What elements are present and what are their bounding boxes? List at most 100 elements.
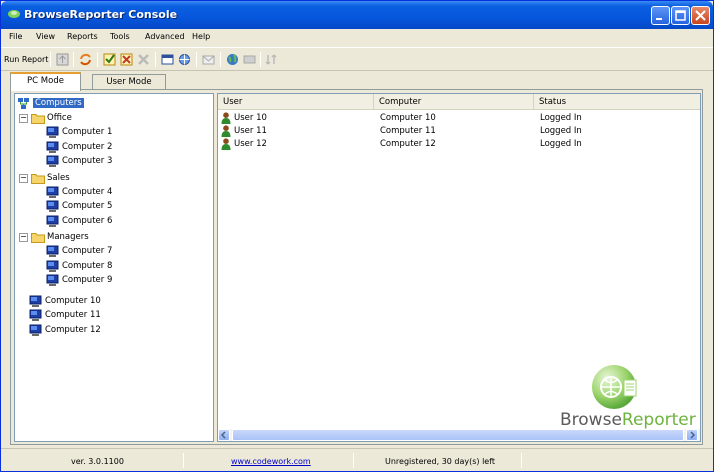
collapse-toggle[interactable]: − — [19, 233, 28, 242]
status-separator — [183, 453, 184, 468]
computer-tree[interactable]: Computers − Office Computer 1 Computer 2 Comp… — [14, 93, 214, 442]
refresh-icon[interactable] — [79, 53, 92, 66]
screen-icon[interactable] — [243, 53, 256, 66]
tree-item-label: Computer 2 — [62, 141, 113, 152]
computer-icon — [46, 141, 59, 153]
run-report-button[interactable]: Run Report — [4, 55, 48, 64]
collapse-toggle[interactable]: − — [19, 173, 28, 183]
minimize-icon — [656, 18, 662, 20]
cell-computer: Computer 11 — [380, 126, 436, 136]
tree-item-label: Computer 8 — [62, 260, 113, 271]
minimize-button[interactable] — [651, 6, 670, 25]
tree-item-label: Sales — [47, 172, 70, 183]
toolbar-separator — [97, 52, 98, 67]
computer-icon — [46, 260, 59, 272]
check-icon[interactable] — [103, 53, 116, 66]
sessions-list: User Computer Status User 10 Computer 10 L… — [217, 93, 701, 442]
uncheck-icon[interactable] — [120, 53, 133, 66]
user-icon — [221, 112, 231, 124]
computer-icon — [29, 295, 42, 307]
computer-icon — [46, 215, 59, 227]
version-text: ver. 3.0.1100 — [71, 457, 124, 466]
folder-icon — [31, 173, 45, 184]
scroll-thumb[interactable] — [232, 429, 684, 441]
tree-item-label: Computer 3 — [62, 156, 113, 166]
website-link[interactable]: www.codework.com — [231, 457, 311, 466]
license-status: Unregistered, 30 day(s) left — [385, 457, 496, 466]
tree-item-label: Computer 7 — [62, 246, 113, 256]
close-button[interactable] — [691, 6, 710, 25]
window-title: BrowseReporter Console — [24, 8, 178, 21]
cell-computer: Computer 10 — [380, 113, 436, 123]
menu-view[interactable]: View — [36, 32, 55, 41]
toolbar: Run Report — [1, 47, 713, 71]
computer-icon — [46, 274, 59, 286]
tree-item-label: Computer 12 — [45, 324, 101, 335]
app-window: BrowseReporter Console File View Reports… — [0, 0, 714, 472]
column-computer[interactable]: Computer — [374, 94, 534, 109]
mode-tabs: PC Mode User Mode — [1, 72, 713, 91]
tree-item-label: Computer 10 — [45, 295, 101, 306]
tree-item-label: Computer 6 — [62, 215, 113, 226]
cell-status: Logged In — [540, 139, 582, 149]
computer-icon — [46, 126, 59, 138]
toolbar-separator — [155, 52, 156, 67]
logo-word-reporter: Reporter — [621, 410, 696, 430]
toolbar-separator — [73, 52, 74, 67]
cell-computer: Computer 12 — [380, 139, 436, 149]
scroll-left-button[interactable] — [218, 429, 230, 441]
list-header: User Computer Status — [218, 94, 700, 110]
browsereporter-logo-text: BrowseReporter — [560, 410, 696, 430]
close-icon — [695, 10, 706, 21]
tree-item-label: Office — [47, 113, 72, 123]
cell-status: Logged In — [540, 113, 582, 123]
scroll-left-icon — [220, 431, 226, 439]
column-user[interactable]: User — [218, 94, 374, 109]
tree-item-label: Computer 11 — [45, 310, 101, 320]
list-row[interactable]: User 11 Computer 11 Logged In — [218, 125, 700, 138]
toolbar-separator — [196, 52, 197, 67]
horizontal-scrollbar[interactable] — [218, 429, 700, 441]
computer-icon — [46, 200, 59, 212]
menu-advanced[interactable]: Advanced — [145, 32, 185, 41]
window-icon[interactable] — [161, 53, 174, 66]
computer-icon — [46, 186, 59, 198]
tree-item-label: Computer 9 — [62, 275, 113, 285]
network-icon[interactable] — [178, 53, 191, 66]
scroll-right-button[interactable] — [686, 429, 698, 441]
scroll-right-icon — [690, 431, 696, 439]
cell-status: Logged In — [540, 126, 582, 136]
maximize-button[interactable] — [671, 6, 690, 25]
user-icon — [221, 125, 231, 137]
browsereporter-logo-icon — [592, 365, 637, 409]
collapse-toggle[interactable]: − — [19, 114, 28, 123]
folder-icon — [31, 114, 45, 124]
computer-icon — [29, 309, 42, 321]
column-status[interactable]: Status — [534, 94, 700, 109]
tree-item-label: Computers — [33, 98, 84, 108]
computer-icon — [46, 155, 59, 167]
tree-item-label: Computer 4 — [62, 186, 113, 197]
toolbar-separator — [260, 52, 261, 67]
sort-icon[interactable] — [265, 53, 278, 66]
status-separator — [353, 453, 354, 468]
tab-pc-mode[interactable]: PC Mode — [10, 72, 81, 91]
globe-icon[interactable] — [226, 53, 239, 66]
mail-icon[interactable] — [202, 53, 215, 66]
menu-tools[interactable]: Tools — [110, 32, 130, 41]
tree-item-label: Managers — [47, 232, 89, 242]
delete-icon[interactable] — [137, 53, 150, 66]
logo-word-browse: Browse — [560, 410, 622, 430]
menu-file[interactable]: File — [9, 32, 22, 41]
toolbar-separator — [50, 52, 51, 67]
status-separator — [521, 453, 522, 468]
list-row[interactable]: User 12 Computer 12 Logged In — [218, 138, 700, 151]
list-row[interactable]: User 10 Computer 10 Logged In — [218, 112, 700, 125]
status-bar: ver. 3.0.1100 www.codework.com Unregiste… — [1, 448, 713, 471]
menu-reports[interactable]: Reports — [67, 32, 98, 41]
title-bar[interactable]: BrowseReporter Console — [1, 1, 713, 29]
computer-icon — [29, 324, 42, 336]
menu-help[interactable]: Help — [192, 32, 210, 41]
network-icon — [18, 98, 29, 109]
export-icon[interactable] — [56, 53, 69, 66]
